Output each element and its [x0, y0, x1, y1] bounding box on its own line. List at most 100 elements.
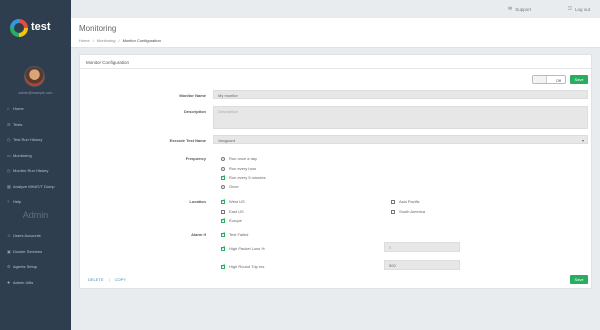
sidebar-item-label: Agents Setup [13, 264, 38, 270]
frequency-option-label: Run once a day [229, 156, 258, 161]
sidebar-item-label: Admin Utils [13, 279, 34, 285]
sidebar-item-label: Home [13, 106, 24, 112]
frequency-option-label: Run every hour [229, 166, 257, 171]
alarm-packet-loss[interactable]: High Packet Loss % [221, 245, 265, 251]
logout-label: Log out [574, 6, 590, 12]
save-button-top[interactable]: Save [570, 75, 588, 84]
logout-link[interactable]: ⎋ Log out [568, 6, 590, 12]
frequency-option-label: Run every 5 minutes [229, 175, 266, 180]
sidebar-item-admin-utils[interactable]: ✚ Admin Utils [0, 275, 71, 291]
enable-toggle[interactable]: Off [532, 75, 566, 84]
page-header: Monitoring Home / Monitoring / Monitor Con… [71, 18, 600, 48]
envelope-icon: ✉ [508, 6, 513, 12]
location-south-america[interactable]: South America [391, 209, 425, 214]
sidebar-item-label: Tests [13, 121, 23, 127]
check-icon [221, 245, 226, 251]
frequency-option[interactable]: Run every hour [221, 166, 256, 171]
location-asia-pacific[interactable]: Asia Pacific [391, 199, 420, 204]
description-label: Description [183, 109, 206, 114]
monitor-name-label: Monitor Name [179, 93, 206, 98]
check-icon [221, 198, 226, 204]
alarm-label-text: High Round Trip ms [229, 264, 265, 269]
user-name: admin@example.com [18, 91, 53, 95]
admin-nav: ☺ Users Accounts ▣ Docker Services ⚙ Agents… [0, 228, 71, 290]
sidebar-item-label: Analyze MHAT/T Dump [13, 183, 55, 189]
check-icon [221, 263, 226, 269]
sidebar-item-docker-services[interactable]: ▣ Docker Services [0, 244, 71, 260]
frequency-option[interactable]: Run every 5 minutes [221, 174, 266, 180]
admin-header: Admin [22, 210, 49, 220]
alarm-round-trip[interactable]: High Round Trip ms [221, 263, 265, 269]
sidebar-item-monitor-run-history[interactable]: ◷ Monitor Run History [0, 163, 71, 179]
toggle-knob [533, 76, 547, 83]
save-button-bottom[interactable]: Save [570, 275, 588, 284]
logout-icon: ⎋ [568, 6, 572, 12]
execute-test-select[interactable]: Vanguard ▾ [213, 135, 588, 144]
sidebar-item-label: Test Run History [13, 137, 43, 143]
checkbox-icon [391, 209, 395, 214]
sidebar-item-tests[interactable]: ☰ Tests [0, 117, 71, 133]
sidebar-item-label: Docker Services [13, 248, 43, 254]
sidebar-item-help[interactable]: ? Help [0, 194, 71, 210]
monitor-config-panel: Monitor Configuration Off Save Monitor N… [79, 54, 592, 289]
breadcrumb-current: Monitor Configuration [122, 38, 161, 43]
delete-link[interactable]: DELETE [88, 277, 104, 282]
location-label-text: East US [229, 209, 244, 214]
sidebar-nav: ⌂ Home ☰ Tests ◷ Test Run History ▭ Monitori… [0, 101, 71, 210]
checkbox-icon [391, 199, 395, 204]
location-label-text: South America [399, 209, 426, 214]
avatar[interactable] [24, 66, 45, 87]
radio-icon [221, 184, 225, 189]
alarm-label-text: Test Failed [229, 232, 249, 237]
page-title: Monitoring [79, 24, 117, 33]
monitor-name-input[interactable]: My monitor [213, 90, 588, 99]
radio-icon [221, 166, 225, 171]
sidebar-item-users-accounts[interactable]: ☺ Users Accounts [0, 228, 71, 244]
alarm-test-failed[interactable]: Test Failed [221, 231, 249, 237]
logo-icon [10, 19, 28, 37]
sidebar-item-analyze[interactable]: ▦ Analyze MHAT/T Dump [0, 179, 71, 195]
execute-test-value: Vanguard [218, 138, 236, 143]
breadcrumb-monitoring[interactable]: Monitoring [97, 38, 116, 43]
panel-footer-links: DELETE | COPY [88, 277, 126, 282]
sidebar-item-label: Monitoring [13, 152, 32, 158]
checkbox-icon [221, 209, 225, 214]
sidebar-item-label: Help [13, 199, 22, 205]
location-label-text: Europe [229, 218, 242, 223]
round-trip-input[interactable]: 500 [384, 260, 460, 270]
sidebar-item-home[interactable]: ⌂ Home [0, 101, 71, 117]
alarm-label-text: High Packet Loss % [229, 246, 265, 251]
alarm-label: Alarm if [191, 232, 206, 237]
sidebar-item-label: Monitor Run History [13, 168, 49, 174]
check-icon [221, 217, 226, 223]
breadcrumb-home[interactable]: Home [79, 38, 90, 43]
sidebar-item-label: Users Accounts [13, 233, 41, 239]
logo-text: test [31, 21, 51, 33]
location-label-text: West US [229, 199, 245, 204]
location-label-text: Asia Pacific [399, 199, 420, 204]
description-textarea[interactable]: Description [213, 106, 588, 129]
frequency-label: Frequency [185, 156, 206, 161]
copy-link[interactable]: COPY [115, 277, 126, 282]
packet-loss-input[interactable]: 5 [384, 242, 460, 252]
location-west-us[interactable]: West US [221, 198, 245, 204]
sidebar-item-test-run-history[interactable]: ◷ Test Run History [0, 132, 71, 148]
breadcrumb: Home / Monitoring / Monitor Configuration [79, 38, 161, 43]
support-link[interactable]: ✉ Support [508, 6, 531, 12]
sidebar: test admin@example.com ⌂ Home ☰ Tests ◷ Tes… [0, 0, 71, 330]
logo[interactable]: test [0, 0, 71, 62]
chevron-down-icon: ▾ [581, 138, 584, 143]
execute-test-label: Execute Test Name [169, 138, 206, 143]
location-east-us[interactable]: East US [221, 209, 244, 214]
frequency-option[interactable]: Run once a day [221, 156, 257, 161]
location-label: Location [189, 199, 206, 204]
check-icon [221, 174, 226, 180]
toggle-label: Off [555, 77, 561, 83]
topbar: ✉ Support ⎋ Log out [71, 0, 600, 18]
sidebar-item-monitoring[interactable]: ▭ Monitoring [0, 148, 71, 164]
support-label: Support [515, 6, 531, 12]
location-europe[interactable]: Europe [221, 217, 242, 223]
radio-icon [221, 156, 225, 161]
sidebar-item-agents-setup[interactable]: ⚙ Agents Setup [0, 259, 71, 275]
frequency-option[interactable]: Once [221, 184, 239, 189]
